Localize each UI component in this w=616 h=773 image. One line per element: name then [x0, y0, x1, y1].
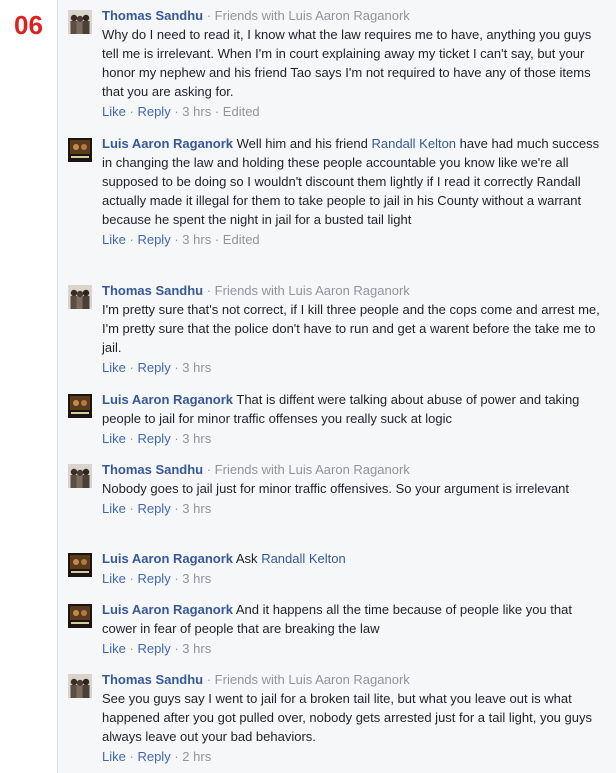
comment-text: I'm pretty sure that's not correct, if I… — [102, 302, 600, 355]
comment-body: Luis Aaron Raganork That is diffent were… — [102, 390, 608, 428]
thomas-avatar[interactable] — [68, 285, 92, 309]
timestamp-link[interactable]: 3 hrs — [182, 360, 211, 375]
separator: · — [174, 501, 179, 516]
comment-body: Luis Aaron Raganork Well him and his fri… — [102, 134, 608, 229]
comment-text: Why do I need to read it, I know what th… — [102, 27, 592, 99]
comment-actions: Like · Reply · 3 hrs — [102, 570, 608, 588]
timestamp-link[interactable]: 3 hrs — [182, 571, 211, 586]
reply-button[interactable]: Reply — [137, 104, 170, 119]
comment-body: Thomas Sandhu · Friends with Luis Aaron … — [102, 6, 608, 101]
comment-text: Ask — [235, 551, 262, 566]
reply-button[interactable]: Reply — [137, 360, 170, 375]
luis-avatar[interactable] — [68, 138, 92, 162]
separator: · — [129, 641, 134, 656]
comment-text: Well him and his friend — [236, 136, 372, 151]
separator: · — [129, 749, 134, 764]
thomas-avatar[interactable] — [68, 10, 92, 34]
reply-button[interactable]: Reply — [137, 571, 170, 586]
reply-button[interactable]: Reply — [137, 232, 170, 247]
separator: · — [129, 360, 134, 375]
friend-context: · Friends with Luis Aaron Raganork — [203, 8, 410, 23]
like-button[interactable]: Like — [102, 641, 126, 656]
friend-context: · Friends with Luis Aaron Raganork — [203, 283, 410, 298]
timestamp-link[interactable]: 3 hrs — [182, 641, 211, 656]
comment: Thomas Sandhu · Friends with Luis Aaron … — [68, 670, 608, 766]
mention-link[interactable]: Randall Kelton — [261, 551, 346, 566]
comment: Thomas Sandhu · Friends with Luis Aaron … — [68, 281, 608, 377]
thomas-avatar[interactable] — [68, 464, 92, 488]
comment-actions: Like · Reply · 3 hrs — [102, 430, 608, 448]
comment-text: See you guys say I went to jail for a br… — [102, 691, 592, 744]
comment: Luis Aaron Raganork Ask Randall Kelton Li… — [68, 549, 608, 588]
separator: · — [174, 232, 179, 247]
comment-body: Luis Aaron Raganork And it happens all t… — [102, 600, 608, 638]
separator: · — [174, 360, 179, 375]
separator: · — [214, 104, 220, 119]
like-button[interactable]: Like — [102, 749, 126, 764]
timestamp-link[interactable]: 3 hrs — [182, 104, 211, 119]
comment-author-link[interactable]: Thomas Sandhu — [102, 8, 203, 23]
comment-actions: Like · Reply · 3 hrs · Edited — [102, 231, 608, 249]
like-button[interactable]: Like — [102, 571, 126, 586]
comment-actions: Like · Reply · 3 hrs — [102, 359, 608, 377]
comment-text: Nobody goes to jail just for minor traff… — [102, 481, 570, 496]
edited-label[interactable]: Edited — [223, 104, 260, 119]
comment: Luis Aaron Raganork That is diffent were… — [68, 390, 608, 448]
comment: Thomas Sandhu · Friends with Luis Aaron … — [68, 6, 608, 121]
luis-avatar[interactable] — [68, 604, 92, 628]
separator: · — [174, 431, 179, 446]
separator: · — [129, 431, 134, 446]
comment-author-link[interactable]: Thomas Sandhu — [102, 283, 203, 298]
luis-avatar[interactable] — [68, 394, 92, 418]
page-number: 06 — [14, 10, 43, 40]
luis-avatar[interactable] — [68, 553, 92, 577]
separator: · — [129, 232, 134, 247]
comment-body: Thomas Sandhu · Friends with Luis Aaron … — [102, 281, 608, 357]
comment: Luis Aaron Raganork Well him and his fri… — [68, 134, 608, 249]
reply-button[interactable]: Reply — [137, 431, 170, 446]
comment-actions: Like · Reply · 3 hrs — [102, 640, 608, 658]
friend-context: · Friends with Luis Aaron Raganork — [203, 462, 410, 477]
comment-body: Luis Aaron Raganork Ask Randall Kelton — [102, 549, 608, 568]
comment-author-link[interactable]: Luis Aaron Raganork — [102, 551, 233, 566]
like-button[interactable]: Like — [102, 501, 126, 516]
comment: Thomas Sandhu · Friends with Luis Aaron … — [68, 460, 608, 518]
separator: · — [174, 571, 179, 586]
comment-author-link[interactable]: Luis Aaron Raganork — [102, 136, 233, 151]
reply-button[interactable]: Reply — [137, 501, 170, 516]
friend-context: · Friends with Luis Aaron Raganork — [203, 672, 410, 687]
like-button[interactable]: Like — [102, 104, 126, 119]
comment-actions: Like · Reply · 3 hrs — [102, 500, 608, 518]
timestamp-link[interactable]: 3 hrs — [182, 232, 211, 247]
reply-button[interactable]: Reply — [137, 641, 170, 656]
separator: · — [129, 571, 134, 586]
comment-body: Thomas Sandhu · Friends with Luis Aaron … — [102, 460, 608, 498]
edited-label[interactable]: Edited — [223, 232, 260, 247]
comment-actions: Like · Reply · 2 hrs — [102, 748, 608, 766]
separator: · — [174, 104, 179, 119]
comment-thread: Thomas Sandhu · Friends with Luis Aaron … — [58, 0, 616, 773]
comment: Luis Aaron Raganork And it happens all t… — [68, 600, 608, 658]
comment-author-link[interactable]: Thomas Sandhu — [102, 462, 203, 477]
comment-author-link[interactable]: Thomas Sandhu — [102, 672, 203, 687]
separator: · — [174, 641, 179, 656]
thomas-avatar[interactable] — [68, 674, 92, 698]
mention-link[interactable]: Randall Kelton — [371, 136, 456, 151]
timestamp-link[interactable]: 3 hrs — [182, 501, 211, 516]
comment-body: Thomas Sandhu · Friends with Luis Aaron … — [102, 670, 608, 746]
timestamp-link[interactable]: 2 hrs — [182, 749, 211, 764]
comment-author-link[interactable]: Luis Aaron Raganork — [102, 392, 233, 407]
like-button[interactable]: Like — [102, 232, 126, 247]
separator: · — [174, 749, 179, 764]
comment-actions: Like · Reply · 3 hrs · Edited — [102, 103, 608, 121]
separator: · — [214, 232, 220, 247]
timestamp-link[interactable]: 3 hrs — [182, 431, 211, 446]
separator: · — [129, 501, 134, 516]
like-button[interactable]: Like — [102, 360, 126, 375]
comment-author-link[interactable]: Luis Aaron Raganork — [102, 602, 233, 617]
reply-button[interactable]: Reply — [137, 749, 170, 764]
separator: · — [129, 104, 134, 119]
like-button[interactable]: Like — [102, 431, 126, 446]
